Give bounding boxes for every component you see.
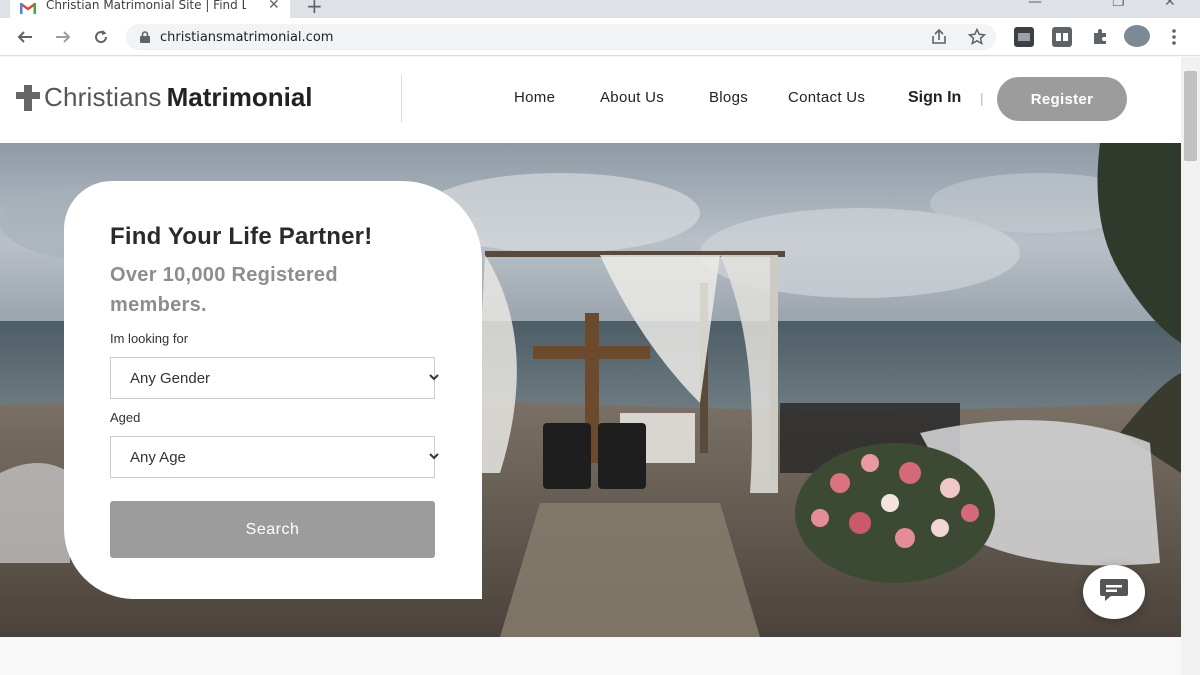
hero-section: Find Your Life Partner! Over 10,000 Regi… (0, 143, 1181, 637)
gender-select[interactable]: Any Gender (110, 357, 439, 399)
looking-for-label: Im looking for (110, 331, 189, 346)
search-button[interactable]: Search (110, 501, 435, 558)
extension-icon[interactable] (1014, 27, 1034, 47)
chat-widget-button[interactable] (1083, 565, 1145, 619)
forward-icon[interactable] (50, 24, 76, 50)
browser-menu-icon[interactable] (1164, 27, 1184, 47)
below-hero-section (0, 637, 1181, 675)
nav-home[interactable]: Home (514, 89, 555, 106)
logo-text-light: Christians (44, 82, 162, 112)
address-bar[interactable]: christiansmatrimonial.com (126, 24, 996, 50)
aged-label: Aged (110, 410, 141, 425)
profile-avatar[interactable] (1124, 25, 1150, 47)
reload-icon[interactable] (88, 24, 114, 50)
header-divider (401, 75, 402, 123)
scrollbar-thumb[interactable] (1184, 71, 1197, 161)
sign-in-link[interactable]: Sign In (908, 89, 961, 107)
gmail-icon (20, 0, 36, 14)
age-select-value: Any Age (130, 448, 186, 466)
gender-select-value: Any Gender (130, 369, 211, 387)
new-tab-button[interactable]: + (306, 0, 323, 18)
extension-icon[interactable] (1052, 27, 1072, 47)
tab-title: Christian Matrimonial Site | Find L (46, 0, 246, 12)
url-text: christiansmatrimonial.com (160, 29, 334, 45)
cross-icon (16, 84, 40, 111)
search-card-title: Find Your Life Partner! (110, 223, 373, 250)
bookmark-star-icon[interactable] (968, 24, 986, 50)
share-icon[interactable] (930, 24, 948, 50)
site-header: Christians Matrimonial Home About Us Blo… (0, 57, 1181, 143)
age-select[interactable]: Any Age (110, 436, 439, 478)
site-logo[interactable]: Christians Matrimonial (16, 82, 313, 113)
maximize-icon[interactable]: ❐ (1112, 0, 1125, 10)
minimize-icon[interactable]: — (1028, 0, 1042, 10)
search-card-subtitle: Over 10,000 Registered members. (110, 264, 338, 316)
nav-separator: | (980, 90, 984, 106)
window-close-icon[interactable]: ✕ (1164, 0, 1176, 10)
browser-toolbar: christiansmatrimonial.com (0, 18, 1200, 56)
partner-search-card: Find Your Life Partner! Over 10,000 Regi… (64, 181, 482, 599)
browser-tabstrip: Christian Matrimonial Site | Find L ✕ + … (0, 0, 1200, 18)
logo-text-bold: Matrimonial (166, 82, 313, 112)
web-page: Christians Matrimonial Home About Us Blo… (0, 57, 1181, 675)
extensions-puzzle-icon[interactable] (1090, 27, 1110, 47)
nav-blogs[interactable]: Blogs (709, 89, 748, 106)
back-icon[interactable] (12, 24, 38, 50)
page-scrollbar[interactable] (1181, 57, 1200, 675)
browser-tab[interactable]: Christian Matrimonial Site | Find L ✕ (10, 0, 290, 18)
chat-bubble-icon (1099, 577, 1129, 607)
nav-about-us[interactable]: About Us (600, 89, 664, 106)
register-button[interactable]: Register (997, 77, 1127, 121)
tab-close-icon[interactable]: ✕ (268, 0, 280, 13)
nav-contact-us[interactable]: Contact Us (788, 89, 865, 106)
lock-icon (140, 28, 150, 47)
